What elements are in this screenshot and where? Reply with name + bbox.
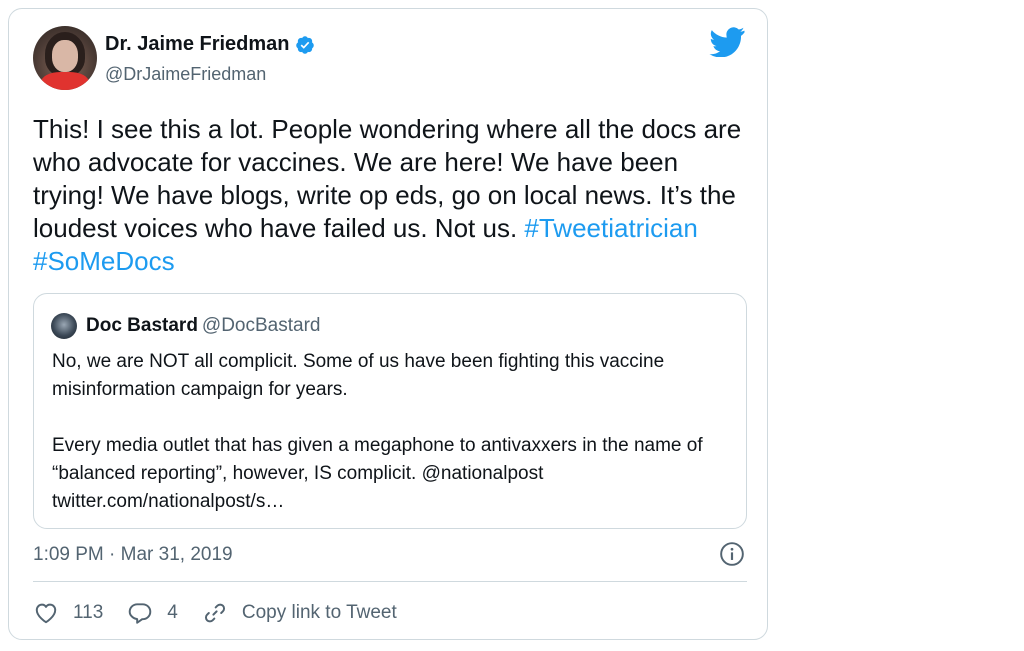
hashtag-tweetiatrician[interactable]: #Tweetiatrician [524, 213, 697, 243]
tweet-text: This! I see this a lot. People wondering… [33, 113, 745, 278]
quoted-author-handle: @DocBastard [201, 315, 321, 336]
twitter-bird-icon[interactable] [709, 27, 745, 57]
tweet-timestamp[interactable]: 1:09 PM · Mar 31, 2019 [33, 544, 233, 566]
meta-row: 1:09 PM · Mar 31, 2019 [33, 541, 747, 571]
quoted-header: Doc Bastard @DocBastard [86, 315, 320, 337]
like-count: 113 [73, 602, 104, 623]
quoted-paragraph-1: No, we are NOT all complicit. Some of us… [52, 351, 665, 400]
reply-icon [129, 603, 152, 624]
quoted-author-avatar [51, 313, 77, 339]
hashtag-somedocs[interactable]: #SoMeDocs [33, 246, 175, 276]
quoted-link: twitter.com/nationalpost/s… [52, 491, 285, 512]
author-name[interactable]: Dr. Jaime Friedman [105, 33, 290, 56]
copy-link-button[interactable]: Copy link to Tweet [202, 600, 397, 626]
quoted-tweet[interactable]: Doc Bastard @DocBastard No, we are NOT al… [33, 293, 747, 529]
quoted-body: No, we are NOT all complicit. Some of us… [52, 348, 742, 516]
info-icon[interactable] [719, 541, 745, 567]
like-button[interactable]: 113 [33, 600, 103, 626]
author-avatar[interactable] [33, 26, 97, 90]
author-handle[interactable]: @DrJaimeFriedman [105, 64, 266, 85]
author-name-row: Dr. Jaime Friedman [105, 33, 315, 56]
action-bar: 113 4 Copy link to Tweet [33, 598, 421, 628]
copy-link-label: Copy link to Tweet [241, 602, 397, 623]
quoted-paragraph-2-text: Every media outlet that has given a mega… [52, 435, 703, 484]
link-icon [204, 603, 225, 623]
heart-icon [35, 603, 57, 624]
quoted-author-name: Doc Bastard [86, 315, 198, 336]
verified-badge-icon [295, 35, 314, 54]
divider [33, 581, 747, 582]
tweet-card: Dr. Jaime Friedman @DrJaimeFriedman This… [8, 8, 768, 640]
quoted-paragraph-2: Every media outlet that has given a mega… [52, 432, 742, 516]
reply-button[interactable]: 4 [127, 600, 178, 626]
reply-count: 4 [167, 602, 178, 623]
